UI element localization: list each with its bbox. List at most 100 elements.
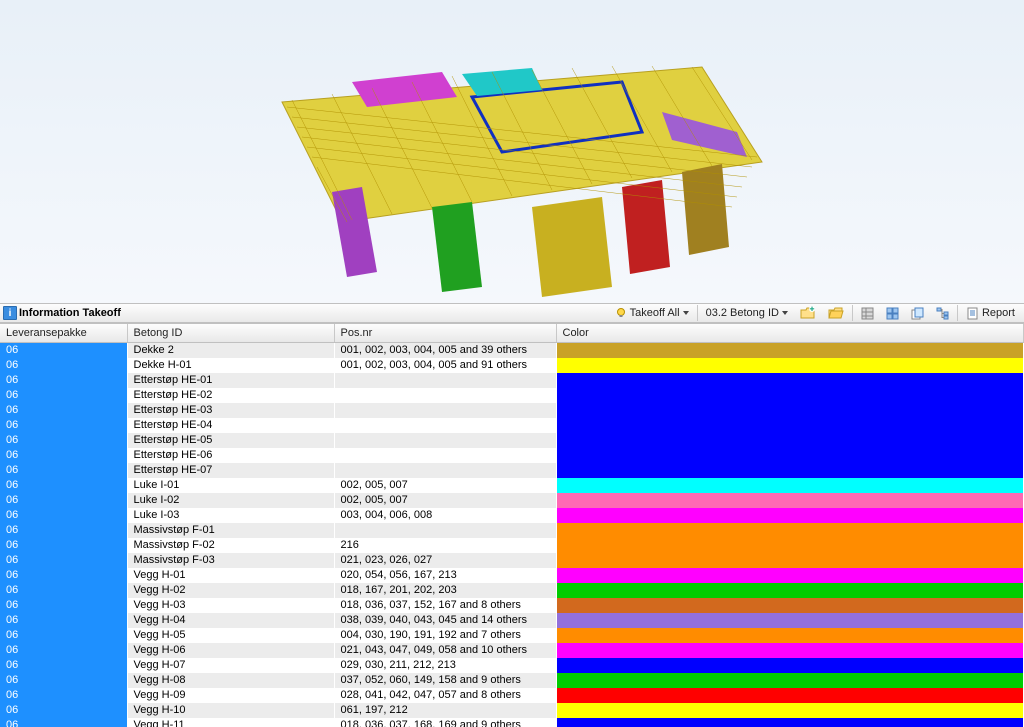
cell-color[interactable] xyxy=(556,598,1024,613)
cell-color[interactable] xyxy=(556,403,1024,418)
cell-betong-id[interactable]: Vegg H-05 xyxy=(127,628,334,643)
cell-betong-id[interactable]: Luke I-01 xyxy=(127,478,334,493)
cell-color[interactable] xyxy=(556,463,1024,478)
table-row[interactable]: 06Dekke H-01001, 002, 003, 004, 005 and … xyxy=(0,358,1024,373)
cell-posnr[interactable]: 216 xyxy=(334,538,556,553)
cell-color[interactable] xyxy=(556,553,1024,568)
cell-leveransepakke[interactable]: 06 xyxy=(0,448,127,463)
cell-color[interactable] xyxy=(556,538,1024,553)
cell-leveransepakke[interactable]: 06 xyxy=(0,433,127,448)
col-header-betong-id[interactable]: Betong ID xyxy=(127,324,334,342)
cell-leveransepakke[interactable]: 06 xyxy=(0,598,127,613)
table-row[interactable]: 06Luke I-02002, 005, 007 xyxy=(0,493,1024,508)
cell-posnr[interactable] xyxy=(334,463,556,478)
cell-betong-id[interactable]: Massivstøp F-01 xyxy=(127,523,334,538)
cell-color[interactable] xyxy=(556,418,1024,433)
cell-betong-id[interactable]: Dekke 2 xyxy=(127,342,334,358)
cell-betong-id[interactable]: Luke I-03 xyxy=(127,508,334,523)
table-row[interactable]: 06Vegg H-02018, 167, 201, 202, 203 xyxy=(0,583,1024,598)
cell-color[interactable] xyxy=(556,433,1024,448)
cell-betong-id[interactable]: Vegg H-03 xyxy=(127,598,334,613)
cell-betong-id[interactable]: Vegg H-08 xyxy=(127,673,334,688)
takeoff-table-container[interactable]: Leveransepakke Betong ID Pos.nr Color 06… xyxy=(0,323,1024,727)
cell-color[interactable] xyxy=(556,673,1024,688)
table-row[interactable]: 06Etterstøp HE-03 xyxy=(0,403,1024,418)
open-folder-button[interactable] xyxy=(823,304,849,322)
cell-posnr[interactable] xyxy=(334,448,556,463)
new-folder-button[interactable]: ✚ xyxy=(795,304,821,322)
cell-betong-id[interactable]: Etterstøp HE-04 xyxy=(127,418,334,433)
table-row[interactable]: 06Vegg H-11018, 036, 037, 168, 169 and 9… xyxy=(0,718,1024,727)
table-row[interactable]: 06Luke I-03003, 004, 006, 008 xyxy=(0,508,1024,523)
cell-posnr[interactable]: 029, 030, 211, 212, 213 xyxy=(334,658,556,673)
cell-leveransepakke[interactable]: 06 xyxy=(0,688,127,703)
cell-betong-id[interactable]: Vegg H-06 xyxy=(127,643,334,658)
cell-leveransepakke[interactable]: 06 xyxy=(0,342,127,358)
cell-posnr[interactable]: 018, 167, 201, 202, 203 xyxy=(334,583,556,598)
cell-color[interactable] xyxy=(556,643,1024,658)
cell-posnr[interactable]: 018, 036, 037, 152, 167 and 8 others xyxy=(334,598,556,613)
cell-color[interactable] xyxy=(556,388,1024,403)
table-row[interactable]: 06Vegg H-03018, 036, 037, 152, 167 and 8… xyxy=(0,598,1024,613)
cell-betong-id[interactable]: Luke I-02 xyxy=(127,493,334,508)
cell-leveransepakke[interactable]: 06 xyxy=(0,553,127,568)
cell-color[interactable] xyxy=(556,448,1024,463)
col-header-leveransepakke[interactable]: Leveransepakke xyxy=(0,324,127,342)
cell-betong-id[interactable]: Vegg H-11 xyxy=(127,718,334,727)
table-row[interactable]: 06Luke I-01002, 005, 007 xyxy=(0,478,1024,493)
cell-leveransepakke[interactable]: 06 xyxy=(0,658,127,673)
cell-posnr[interactable]: 021, 043, 047, 049, 058 and 10 others xyxy=(334,643,556,658)
table-row[interactable]: 06Massivstøp F-03021, 023, 026, 027 xyxy=(0,553,1024,568)
table-row[interactable]: 06Etterstøp HE-04 xyxy=(0,418,1024,433)
cell-leveransepakke[interactable]: 06 xyxy=(0,358,127,373)
cell-leveransepakke[interactable]: 06 xyxy=(0,373,127,388)
cell-color[interactable] xyxy=(556,373,1024,388)
table-row[interactable]: 06Etterstøp HE-01 xyxy=(0,373,1024,388)
cell-posnr[interactable]: 004, 030, 190, 191, 192 and 7 others xyxy=(334,628,556,643)
cell-color[interactable] xyxy=(556,658,1024,673)
table-row[interactable]: 06Massivstøp F-02216 xyxy=(0,538,1024,553)
table-row[interactable]: 06Vegg H-04038, 039, 040, 043, 045 and 1… xyxy=(0,613,1024,628)
cell-posnr[interactable]: 001, 002, 003, 004, 005 and 39 others xyxy=(334,342,556,358)
cell-posnr[interactable]: 002, 005, 007 xyxy=(334,478,556,493)
cell-color[interactable] xyxy=(556,688,1024,703)
cell-posnr[interactable]: 002, 005, 007 xyxy=(334,493,556,508)
tile-view-button[interactable] xyxy=(881,304,904,322)
table-row[interactable]: 06Dekke 2001, 002, 003, 004, 005 and 39 … xyxy=(0,342,1024,358)
3d-viewport[interactable] xyxy=(0,0,1024,303)
cell-leveransepakke[interactable]: 06 xyxy=(0,493,127,508)
cell-posnr[interactable] xyxy=(334,433,556,448)
col-header-posnr[interactable]: Pos.nr xyxy=(334,324,556,342)
cell-betong-id[interactable]: Vegg H-04 xyxy=(127,613,334,628)
cell-posnr[interactable]: 001, 002, 003, 004, 005 and 91 others xyxy=(334,358,556,373)
table-row[interactable]: 06Etterstøp HE-02 xyxy=(0,388,1024,403)
table-row[interactable]: 06Etterstøp HE-06 xyxy=(0,448,1024,463)
cell-leveransepakke[interactable]: 06 xyxy=(0,523,127,538)
cell-posnr[interactable]: 038, 039, 040, 043, 045 and 14 others xyxy=(334,613,556,628)
cell-leveransepakke[interactable]: 06 xyxy=(0,403,127,418)
table-row[interactable]: 06Etterstøp HE-05 xyxy=(0,433,1024,448)
col-header-color[interactable]: Color xyxy=(556,324,1024,342)
cell-leveransepakke[interactable]: 06 xyxy=(0,628,127,643)
cell-betong-id[interactable]: Massivstøp F-03 xyxy=(127,553,334,568)
cell-leveransepakke[interactable]: 06 xyxy=(0,583,127,598)
cell-color[interactable] xyxy=(556,568,1024,583)
cell-leveransepakke[interactable]: 06 xyxy=(0,388,127,403)
table-row[interactable]: 06Vegg H-09028, 041, 042, 047, 057 and 8… xyxy=(0,688,1024,703)
cell-posnr[interactable] xyxy=(334,403,556,418)
cell-color[interactable] xyxy=(556,342,1024,358)
cell-betong-id[interactable]: Etterstøp HE-01 xyxy=(127,373,334,388)
table-row[interactable]: 06Etterstøp HE-07 xyxy=(0,463,1024,478)
takeoff-all-dropdown[interactable]: Takeoff All xyxy=(610,304,694,322)
table-row[interactable]: 06Vegg H-06021, 043, 047, 049, 058 and 1… xyxy=(0,643,1024,658)
cell-betong-id[interactable]: Etterstøp HE-06 xyxy=(127,448,334,463)
cell-leveransepakke[interactable]: 06 xyxy=(0,568,127,583)
cell-leveransepakke[interactable]: 06 xyxy=(0,478,127,493)
cell-color[interactable] xyxy=(556,358,1024,373)
cell-betong-id[interactable]: Vegg H-10 xyxy=(127,703,334,718)
cell-posnr[interactable] xyxy=(334,373,556,388)
cell-betong-id[interactable]: Etterstøp HE-05 xyxy=(127,433,334,448)
cell-color[interactable] xyxy=(556,523,1024,538)
table-row[interactable]: 06Vegg H-10061, 197, 212 xyxy=(0,703,1024,718)
cell-leveransepakke[interactable]: 06 xyxy=(0,613,127,628)
